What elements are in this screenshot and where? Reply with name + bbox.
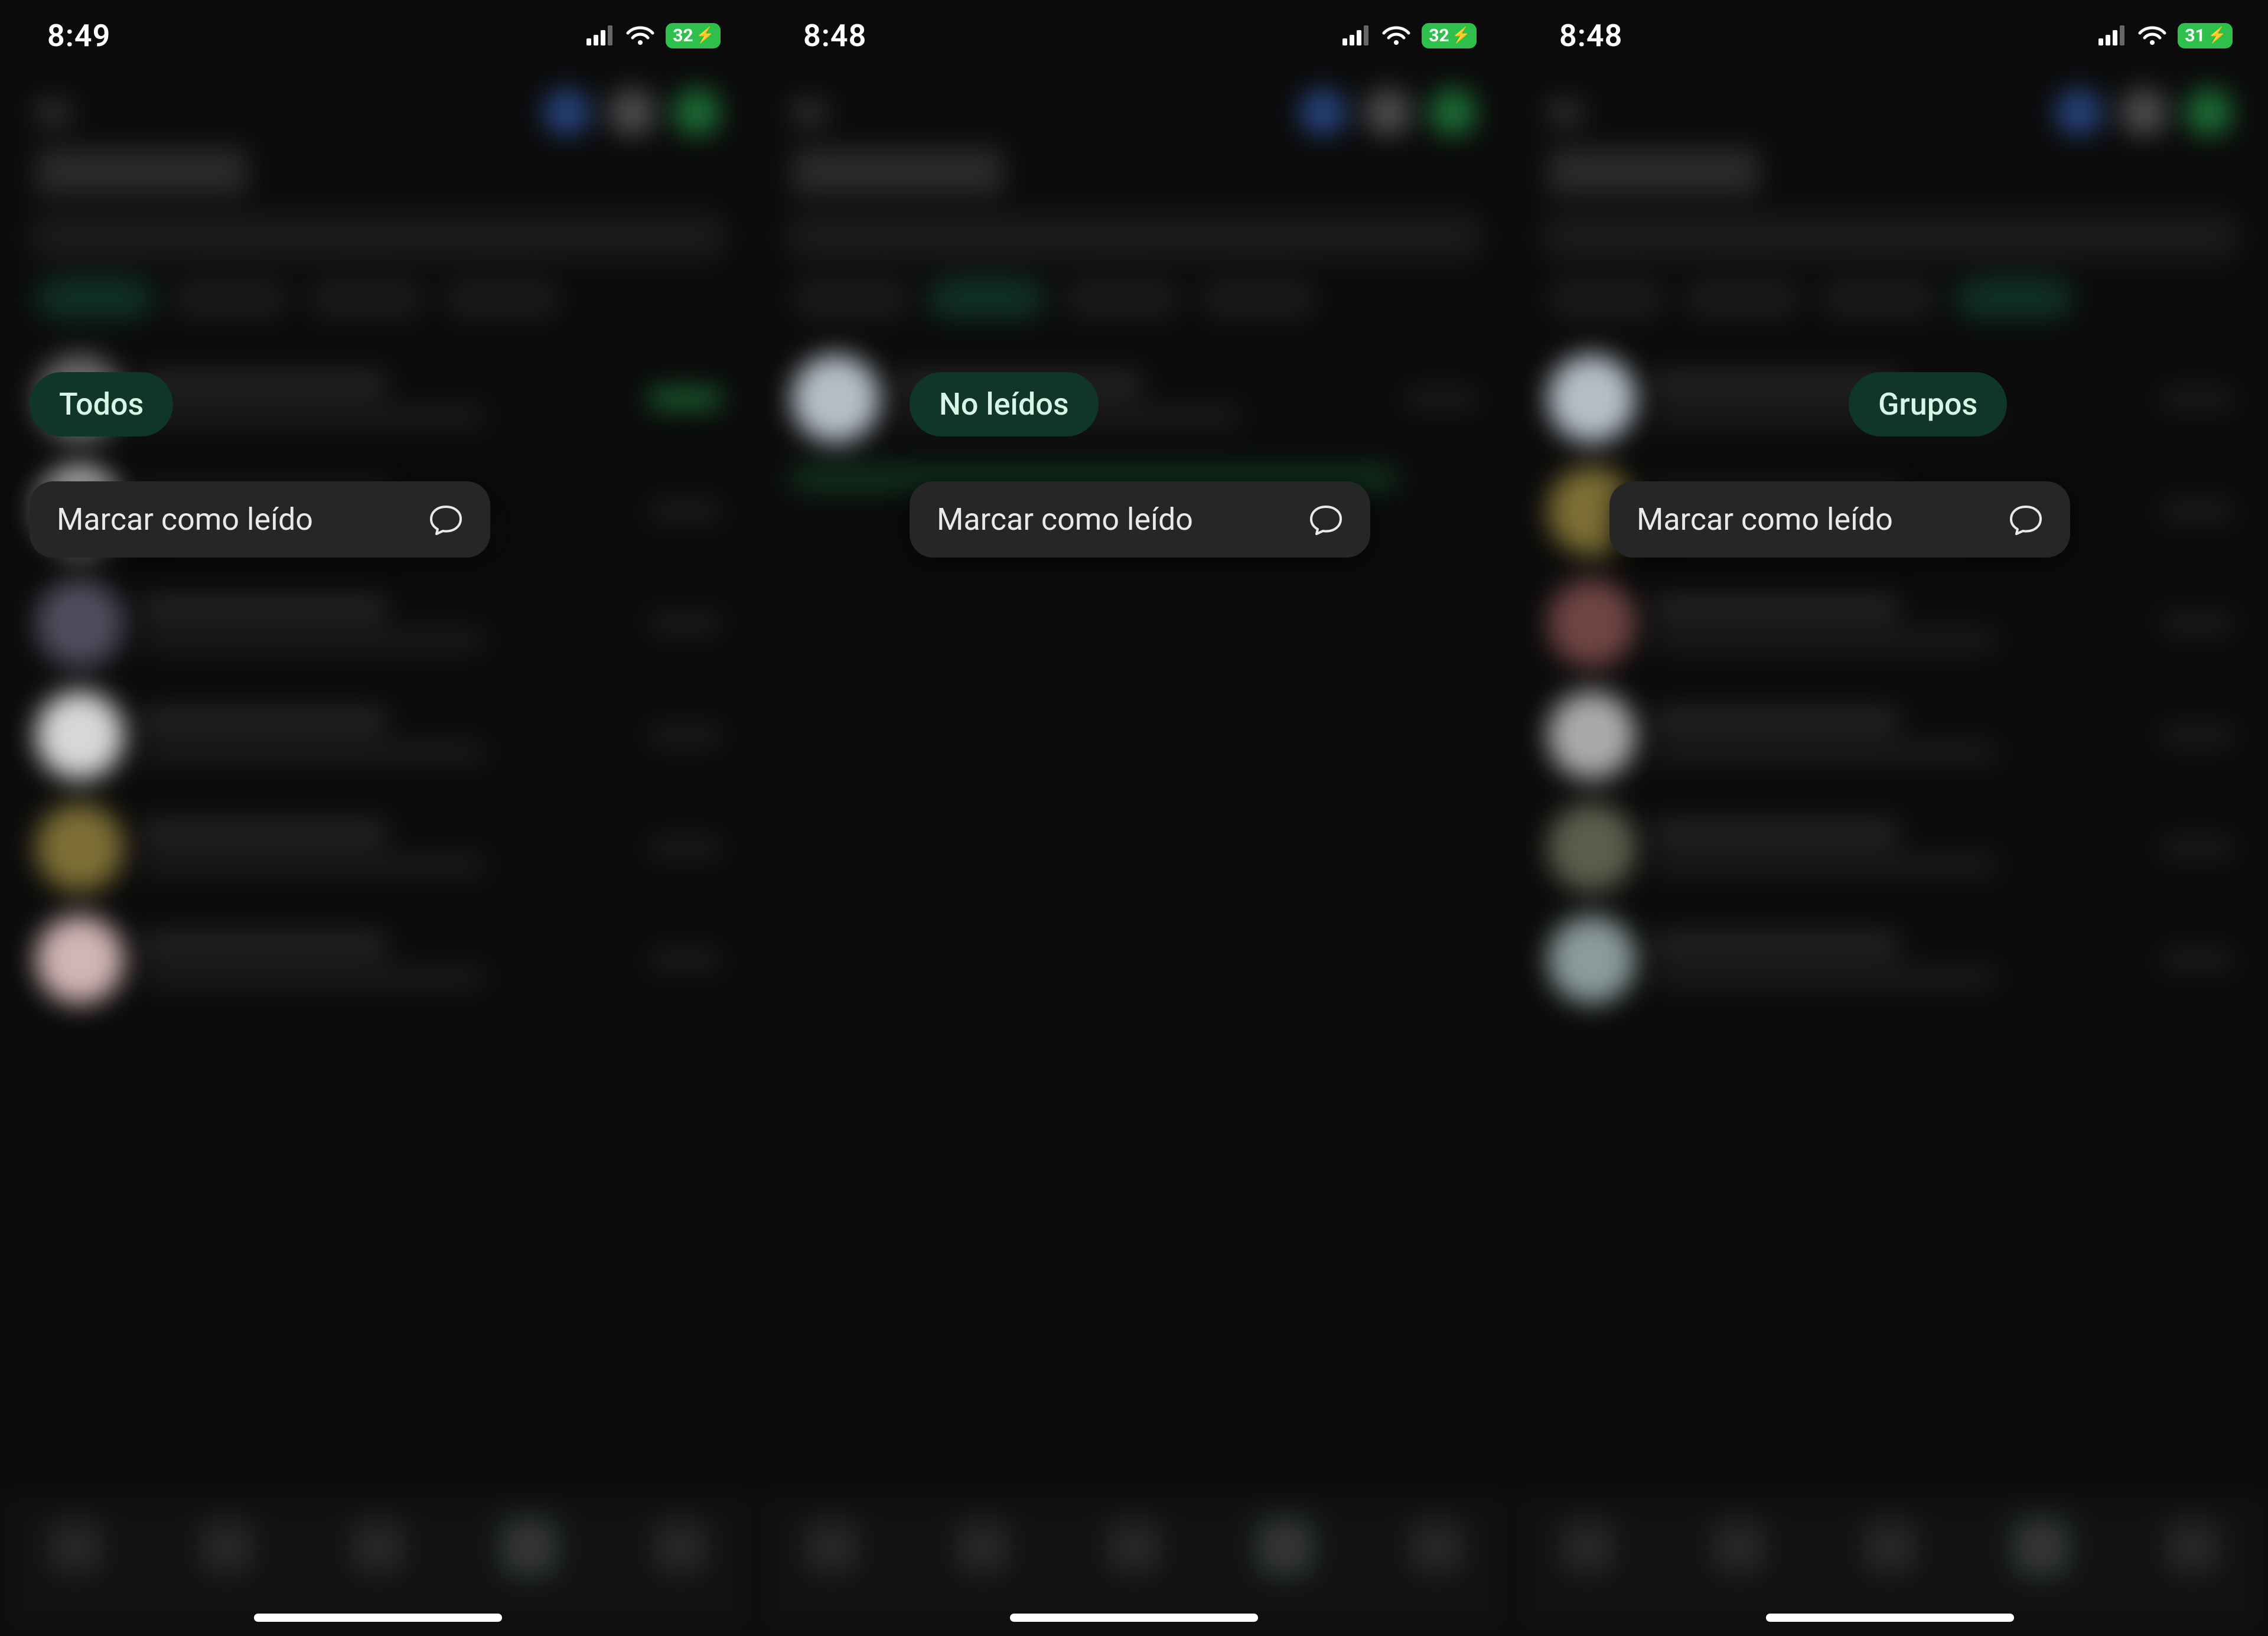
cellular-signal-icon — [2098, 25, 2127, 45]
home-indicator[interactable] — [1010, 1614, 1258, 1622]
charging-bolt-icon: ⚡ — [2208, 27, 2227, 44]
context-menu-label: Marcar como leído — [937, 501, 1193, 537]
status-icons: 31⚡ — [2098, 23, 2233, 48]
blurred-chat-list-background — [756, 71, 1512, 1636]
blurred-chat-list-background — [0, 71, 756, 1636]
battery-percent: 31 — [2185, 25, 2205, 46]
context-menu-mark-read[interactable]: Marcar como leído — [1609, 481, 2070, 558]
filter-pill-grupos[interactable]: Grupos — [1849, 372, 2007, 436]
battery-indicator: 32⚡ — [1422, 23, 1477, 48]
filter-pill-todos[interactable]: Todos — [30, 372, 173, 436]
status-time: 8:48 — [803, 18, 866, 54]
wifi-icon — [1381, 25, 1411, 46]
home-indicator[interactable] — [1766, 1614, 2014, 1622]
status-bar: 8:49 32⚡ — [0, 0, 756, 71]
chat-bubble-icon — [429, 504, 463, 535]
charging-bolt-icon: ⚡ — [1452, 27, 1471, 44]
status-bar: 8:48 31⚡ — [1512, 0, 2268, 71]
battery-indicator: 31⚡ — [2178, 23, 2233, 48]
context-menu-mark-read[interactable]: Marcar como leído — [30, 481, 490, 558]
phone-screen-3: 8:48 31⚡ — [1512, 0, 2268, 1636]
wifi-icon — [625, 25, 655, 46]
context-menu-label: Marcar como leído — [1637, 501, 1893, 537]
battery-indicator: 32⚡ — [666, 23, 721, 48]
home-indicator[interactable] — [254, 1614, 502, 1622]
charging-bolt-icon: ⚡ — [696, 27, 715, 44]
phone-screen-2: 8:48 32⚡ — [756, 0, 1512, 1636]
status-icons: 32⚡ — [1342, 23, 1477, 48]
status-icons: 32⚡ — [586, 23, 721, 48]
phone-screen-1: 8:49 32⚡ — [0, 0, 756, 1636]
cellular-signal-icon — [1342, 25, 1371, 45]
chat-bubble-icon — [2009, 504, 2043, 535]
battery-percent: 32 — [1429, 25, 1449, 46]
chat-bubble-icon — [1309, 504, 1343, 535]
blurred-chat-list-background — [1512, 71, 2268, 1636]
wifi-icon — [2137, 25, 2167, 46]
filter-pill-no-leidos[interactable]: No leídos — [910, 372, 1099, 436]
status-time: 8:49 — [47, 18, 110, 54]
context-menu-mark-read[interactable]: Marcar como leído — [910, 481, 1370, 558]
status-time: 8:48 — [1559, 18, 1622, 54]
cellular-signal-icon — [586, 25, 615, 45]
battery-percent: 32 — [673, 25, 693, 46]
context-menu-label: Marcar como leído — [57, 501, 313, 537]
status-bar: 8:48 32⚡ — [756, 0, 1512, 71]
